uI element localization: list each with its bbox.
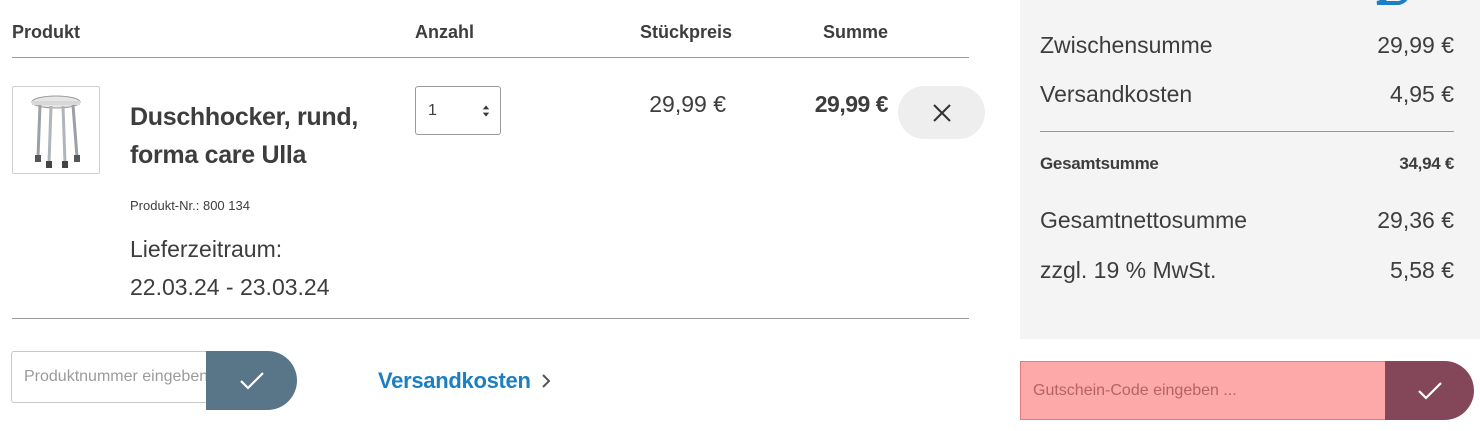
shipping-costs-link[interactable]: Versandkosten (378, 368, 551, 394)
summary-heading-fragment (1325, 0, 1445, 6)
net-total-row: Gesamtnettosumme 29,36 € (1040, 207, 1454, 234)
add-product-button[interactable] (206, 351, 297, 410)
apply-voucher-button[interactable] (1385, 361, 1474, 420)
shipping-label: Versandkosten (1040, 81, 1193, 107)
total-label: Gesamtsumme (1040, 154, 1159, 173)
total-row: Gesamtsumme 34,94 € (1040, 154, 1454, 174)
unit-price: 29,99 € (649, 91, 726, 117)
header-unit-price: Stückpreis (640, 22, 733, 42)
subtotal-label: Zwischensumme (1040, 32, 1213, 58)
vat-label: zzgl. 19 % MwSt. (1040, 257, 1217, 283)
vat-row: zzgl. 19 % MwSt. 5,58 € (1040, 257, 1454, 284)
line-sum: 29,99 € (814, 91, 889, 117)
spinner-arrows-icon (482, 105, 490, 117)
stool-icon (31, 95, 81, 168)
checkmark-icon (239, 371, 264, 390)
delivery-range: 22.03.24 - 23.03.24 (130, 274, 330, 300)
checkmark-icon (1417, 381, 1442, 400)
row-divider (12, 318, 969, 319)
subtotal-value: 29,99 € (1377, 32, 1454, 58)
close-icon (932, 103, 951, 122)
net-total-label: Gesamtnettosumme (1040, 207, 1248, 233)
product-number-input[interactable] (11, 351, 221, 403)
vat-value: 5,58 € (1390, 257, 1454, 283)
voucher-code-input[interactable] (1020, 361, 1386, 420)
header-quantity: Anzahl (415, 22, 475, 42)
header-divider (12, 57, 969, 58)
net-total-value: 29,36 € (1377, 207, 1454, 233)
subtotal-row: Zwischensumme 29,99 € (1040, 32, 1454, 59)
quantity-value: 1 (428, 102, 437, 119)
shipping-costs-link-label: Versandkosten (378, 368, 531, 393)
header-product: Produkt (12, 22, 81, 42)
delivery-period: Lieferzeitraum: 22.03.24 - 23.03.24 (130, 230, 330, 306)
remove-item-button[interactable] (898, 86, 985, 139)
chevron-right-icon (541, 374, 551, 388)
quantity-select[interactable]: 1 (415, 86, 501, 135)
product-thumbnail[interactable] (12, 86, 100, 174)
delivery-label: Lieferzeitraum: (130, 236, 283, 262)
product-number: Produkt-Nr.: 800 134 (130, 198, 250, 213)
shipping-value: 4,95 € (1390, 81, 1454, 107)
shipping-row: Versandkosten 4,95 € (1040, 81, 1454, 108)
summary-divider (1040, 131, 1454, 132)
product-name[interactable]: Duschhocker, rund, forma care Ulla (130, 98, 380, 174)
header-sum: Summe (823, 22, 889, 42)
total-value: 34,94 € (1399, 154, 1454, 173)
